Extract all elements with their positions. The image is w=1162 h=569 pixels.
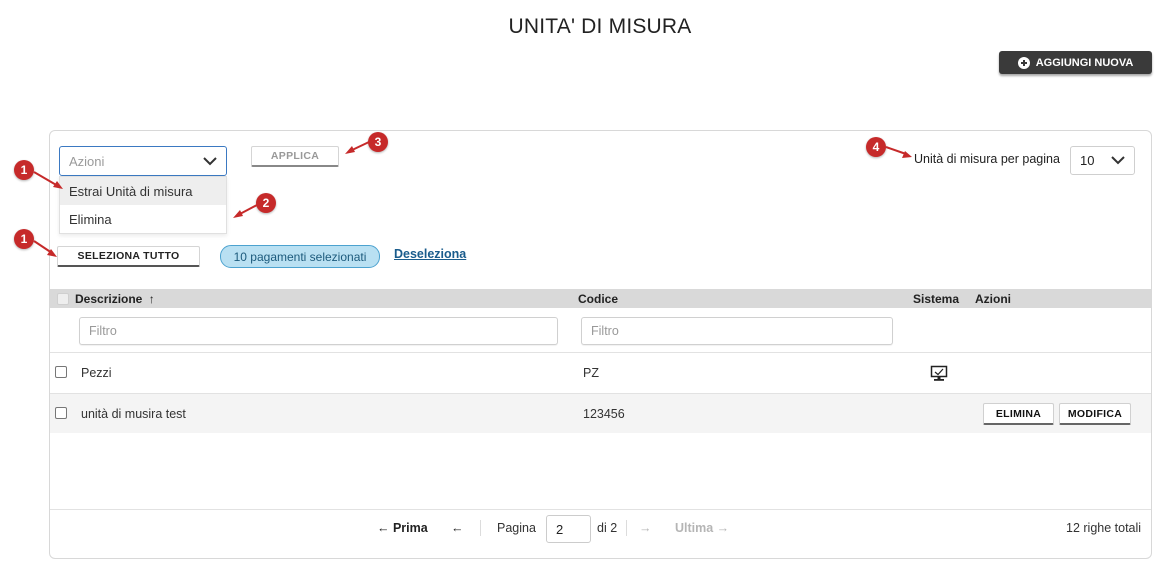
first-page-link[interactable]: ← Prima xyxy=(377,521,428,535)
select-all-button[interactable]: SELEZIONA TUTTO xyxy=(57,246,200,267)
filter-codice-input[interactable]: Filtro xyxy=(581,317,893,345)
row-descrizione: Pezzi xyxy=(81,366,112,380)
delete-row-button[interactable]: ELIMINA xyxy=(983,403,1054,425)
add-new-button[interactable]: AGGIUNGI NUOVA xyxy=(999,51,1152,74)
row-codice: PZ xyxy=(583,366,599,380)
system-monitor-icon xyxy=(930,365,948,381)
row-checkbox[interactable] xyxy=(55,366,67,378)
table-row xyxy=(50,352,1151,392)
annotation-arrow xyxy=(233,204,258,218)
sort-asc-icon: ↑ xyxy=(148,292,155,306)
column-header-sistema[interactable]: Sistema xyxy=(913,292,959,306)
page-title: UNITA' DI MISURA xyxy=(508,15,692,38)
deselect-link[interactable]: Deseleziona xyxy=(394,247,466,261)
chevron-down-icon xyxy=(1111,156,1125,165)
page-number-input[interactable]: 2 xyxy=(546,515,591,543)
apply-button[interactable]: APPLICA xyxy=(251,146,339,167)
dropdown-option-export[interactable]: Estrai Unità di misura xyxy=(60,177,226,205)
plus-circle-icon xyxy=(1017,56,1030,69)
annotation-arrow xyxy=(345,141,370,154)
row-checkbox[interactable] xyxy=(55,407,67,419)
page-label: Pagina xyxy=(497,521,536,535)
pagination-divider xyxy=(626,520,627,536)
add-new-label: AGGIUNGI NUOVA xyxy=(1035,56,1134,69)
pagination-divider xyxy=(480,520,481,536)
prev-page-link[interactable]: ← xyxy=(451,521,464,535)
select-all-checkbox[interactable] xyxy=(57,293,69,305)
actions-select-placeholder: Azioni xyxy=(69,153,105,169)
total-rows: 12 righe totali xyxy=(1066,521,1142,535)
actions-select[interactable]: Azioni xyxy=(59,146,227,176)
annotation-arrow xyxy=(885,146,912,158)
edit-row-button[interactable]: MODIFICA xyxy=(1059,403,1131,425)
per-page-select[interactable]: 10 xyxy=(1070,146,1135,175)
last-page-link[interactable]: Ultima → xyxy=(675,521,729,535)
dropdown-option-delete[interactable]: Elimina xyxy=(60,205,226,233)
per-page-value: 10 xyxy=(1080,153,1095,168)
chevron-down-icon xyxy=(203,156,217,165)
filter-descrizione-input[interactable]: Filtro xyxy=(79,317,558,345)
column-header-azioni: Azioni xyxy=(975,292,1011,306)
annotation-arrow xyxy=(33,171,63,189)
footer-divider xyxy=(50,509,1151,510)
row-descrizione: unità di musira test xyxy=(81,407,186,421)
annotation-arrow xyxy=(33,240,57,257)
row-codice: 123456 xyxy=(583,407,625,421)
selected-count-badge: 10 pagamenti selezionati xyxy=(220,245,380,268)
actions-dropdown: Estrai Unità di misura Elimina xyxy=(59,176,227,234)
per-page-label: Unità di misura per pagina xyxy=(914,152,1060,166)
column-header-codice[interactable]: Codice xyxy=(578,292,618,306)
next-page-link[interactable]: → xyxy=(639,521,652,535)
page-total: di 2 xyxy=(597,521,618,535)
column-label-descrizione: Descrizione xyxy=(75,292,143,306)
column-header-descrizione[interactable]: Descrizione ↑ xyxy=(75,292,155,306)
